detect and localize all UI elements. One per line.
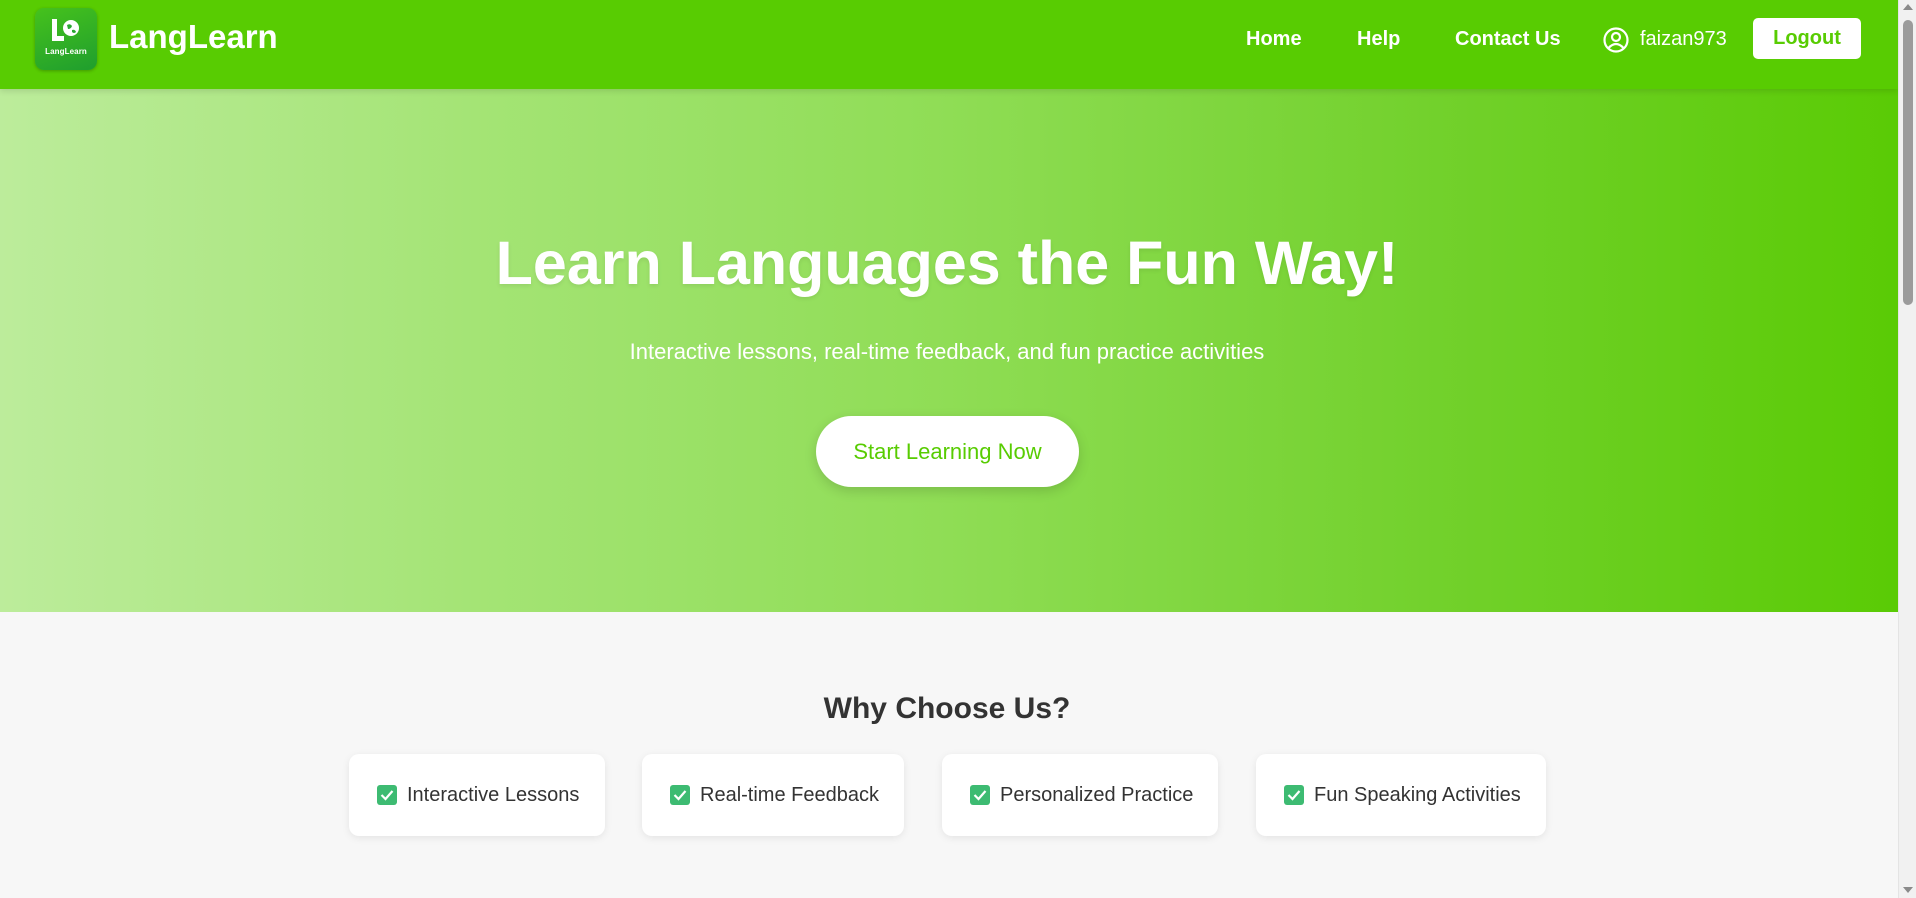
nav-contact-link[interactable]: Contact Us (1455, 28, 1561, 51)
feature-label: Personalized Practice (1000, 783, 1194, 806)
scroll-up-arrow-icon[interactable] (1903, 4, 1913, 10)
features-title: Why Choose Us? (823, 692, 1071, 725)
nav-help-link[interactable]: Help (1357, 28, 1400, 51)
hero-section: Learn Languages the Fun Way! Interactive… (0, 89, 1898, 612)
feature-card-realtime-feedback: Real-time Feedback (642, 754, 904, 836)
logo-caption: LangLearn (45, 47, 87, 56)
user-circle-icon (1603, 27, 1629, 53)
feature-label: Real-time Feedback (700, 783, 879, 806)
brand-name[interactable]: LangLearn (109, 18, 278, 56)
vertical-scrollbar[interactable] (1898, 0, 1916, 898)
page: LangLearn LangLearn Home Help Contact Us… (0, 0, 1898, 898)
top-navbar: LangLearn LangLearn Home Help Contact Us… (0, 0, 1898, 89)
nav-home-link[interactable]: Home (1246, 28, 1302, 51)
hero-title: Learn Languages the Fun Way! (495, 229, 1399, 297)
scroll-down-arrow-icon[interactable] (1903, 887, 1913, 893)
check-box-icon (670, 785, 690, 805)
feature-card-fun-speaking-activities: Fun Speaking Activities (1256, 754, 1546, 836)
username: faizan973 (1640, 28, 1727, 50)
check-box-icon (377, 785, 397, 805)
globe-book-icon (52, 19, 79, 41)
logo[interactable]: LangLearn (35, 8, 97, 70)
check-box-icon (1284, 785, 1304, 805)
logout-button[interactable]: Logout (1753, 18, 1861, 59)
feature-label: Interactive Lessons (407, 783, 580, 806)
check-box-icon (970, 785, 990, 805)
feature-label: Fun Speaking Activities (1314, 783, 1521, 806)
feature-card-interactive-lessons: Interactive Lessons (349, 754, 605, 836)
start-learning-button[interactable]: Start Learning Now (816, 416, 1079, 487)
hero-subtitle: Interactive lessons, real-time feedback,… (629, 339, 1265, 364)
feature-card-personalized-practice: Personalized Practice (942, 754, 1218, 836)
scrollbar-thumb[interactable] (1903, 20, 1913, 305)
